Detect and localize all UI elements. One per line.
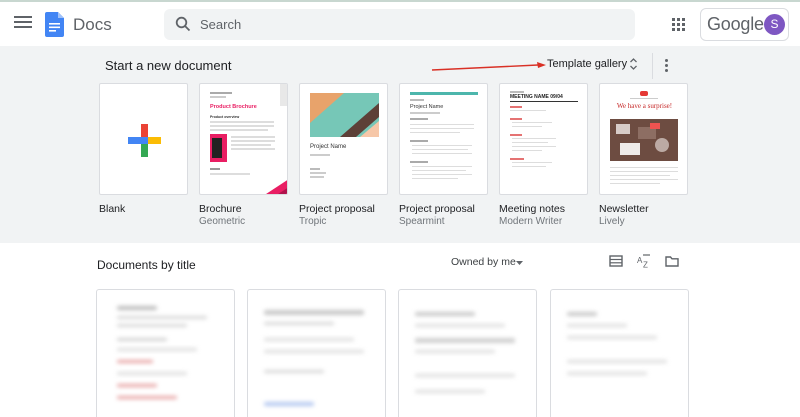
annotation-arrow	[431, 62, 546, 71]
main-menu-icon[interactable]	[14, 16, 32, 30]
template-brochure[interactable]: Product Brochure Product overview Brochu…	[199, 83, 289, 227]
thumb-subtitle: Product overview	[210, 115, 240, 119]
template-thumbnail[interactable]: MEETING NAME 09/04	[499, 83, 588, 195]
template-section: Start a new document Template gallery Bl…	[0, 46, 800, 243]
template-thumbnail[interactable]	[99, 83, 188, 195]
template-thumbnail[interactable]: Project Name	[299, 83, 388, 195]
thumb-title: Project Name	[310, 144, 347, 150]
document-card[interactable]	[550, 289, 689, 417]
thumb-title: We have a surprise!	[616, 102, 673, 110]
thumb-title: MEETING NAME 09/04	[510, 94, 563, 100]
plus-icon	[128, 124, 161, 157]
chevron-down-icon[interactable]	[516, 261, 523, 265]
template-style: Spearmint	[399, 216, 445, 227]
app-title[interactable]: Docs	[73, 15, 112, 35]
template-thumbnail[interactable]: Project Name	[399, 83, 488, 195]
document-card[interactable]	[398, 289, 537, 417]
template-project-proposal-spearmint[interactable]: Project Name Project proposal Spearmint	[399, 83, 489, 227]
template-style: Modern Writer	[499, 216, 563, 227]
avatar[interactable]: S	[764, 14, 785, 35]
top-bar: Docs Google S	[0, 0, 800, 46]
template-thumbnail[interactable]: We have a surprise!	[599, 83, 688, 195]
template-name: Brochure	[199, 203, 242, 215]
template-project-proposal-tropic[interactable]: Project Name Project proposal Tropic	[299, 83, 389, 227]
template-name: Meeting notes	[499, 203, 565, 215]
template-style: Geometric	[199, 216, 246, 227]
template-newsletter[interactable]: We have a surprise! Newsletter Lively	[599, 83, 689, 227]
document-card[interactable]	[247, 289, 386, 417]
sort-az-icon[interactable]: A Z	[637, 254, 651, 268]
documents-heading: Documents by title	[97, 258, 196, 272]
template-style: Tropic	[299, 216, 327, 227]
template-gallery-button[interactable]: Template gallery	[547, 58, 627, 70]
section-title: Start a new document	[105, 58, 232, 73]
template-thumbnail[interactable]: Product Brochure Product overview	[199, 83, 288, 195]
divider	[652, 53, 653, 79]
folder-icon[interactable]	[665, 254, 679, 268]
search-input[interactable]	[200, 13, 620, 36]
account-switcher[interactable]: Google S	[700, 8, 789, 41]
template-style: Lively	[599, 216, 625, 227]
owner-filter-dropdown[interactable]: Owned by me	[451, 256, 516, 268]
list-view-icon[interactable]	[609, 254, 623, 268]
google-apps-icon[interactable]	[672, 18, 685, 31]
document-card[interactable]	[96, 289, 235, 417]
expand-collapse-icon[interactable]	[629, 57, 638, 71]
template-blank[interactable]: Blank	[99, 83, 189, 215]
thumb-title: Project Name	[410, 104, 444, 110]
more-options-icon[interactable]	[665, 59, 669, 73]
template-meeting-notes[interactable]: MEETING NAME 09/04 Meeting notes Modern …	[499, 83, 589, 227]
search-bar[interactable]	[164, 9, 635, 40]
template-name: Newsletter	[599, 203, 649, 215]
template-name: Project proposal	[399, 203, 475, 215]
google-logo: Google	[707, 14, 764, 34]
search-icon[interactable]	[175, 16, 191, 32]
svg-text:Z: Z	[643, 261, 648, 269]
docs-logo-icon[interactable]	[45, 12, 64, 37]
thumb-title: Product Brochure	[210, 104, 257, 110]
template-name: Project proposal	[299, 203, 375, 215]
template-name: Blank	[99, 203, 126, 215]
